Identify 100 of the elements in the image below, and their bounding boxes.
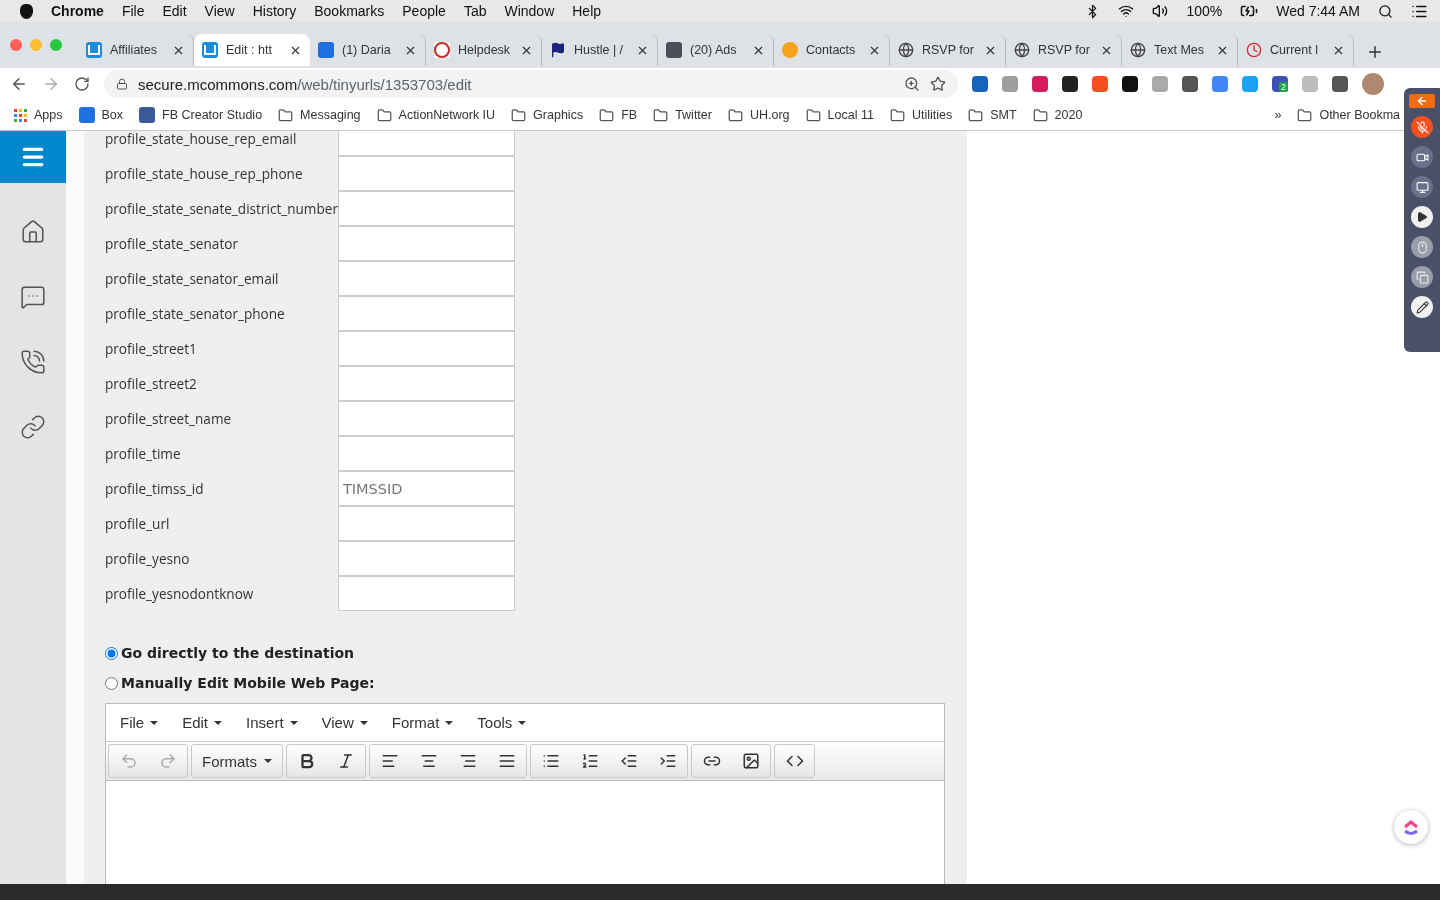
input-field[interactable] bbox=[337, 331, 515, 366]
browser-tab[interactable]: (1) Daria bbox=[310, 34, 426, 66]
screens-button[interactable] bbox=[1411, 266, 1433, 288]
bookmark-link[interactable]: Box bbox=[101, 108, 124, 122]
editor-menu-item[interactable]: Format bbox=[383, 710, 462, 735]
input-field[interactable] bbox=[337, 156, 515, 191]
menu-item[interactable]: Tab bbox=[463, 3, 487, 19]
bookmark-link[interactable]: 2020 bbox=[1054, 108, 1083, 122]
home-icon[interactable] bbox=[20, 218, 46, 245]
star-icon[interactable] bbox=[930, 76, 946, 92]
menu-item[interactable]: Edit bbox=[162, 3, 187, 19]
bookmark-link[interactable]: UH.org bbox=[749, 108, 790, 122]
menu-clock[interactable]: Wed 7:44 AM bbox=[1276, 3, 1360, 19]
extension-icon[interactable] bbox=[1182, 76, 1198, 92]
input-field[interactable] bbox=[337, 131, 515, 156]
bookmark-link[interactable]: SMT bbox=[990, 108, 1017, 122]
new-tab-icon[interactable] bbox=[1366, 43, 1384, 61]
input-field[interactable] bbox=[337, 401, 515, 436]
input-field[interactable] bbox=[337, 541, 515, 576]
menu-item[interactable]: Window bbox=[504, 3, 555, 19]
browser-tab[interactable]: RSVP for bbox=[890, 34, 1006, 66]
source-code-button[interactable] bbox=[774, 744, 815, 778]
link-icon[interactable] bbox=[20, 413, 46, 440]
bookmark-link[interactable]: Messaging bbox=[300, 108, 361, 122]
input-field[interactable] bbox=[337, 296, 515, 331]
radio-button[interactable] bbox=[105, 646, 118, 660]
browser-tab[interactable]: (20) Ads bbox=[658, 34, 774, 66]
browser-tab[interactable]: Text Mes bbox=[1122, 34, 1238, 66]
chat-icon[interactable] bbox=[20, 283, 46, 310]
browser-tab[interactable]: Affiliates bbox=[78, 34, 194, 66]
extension-icon[interactable] bbox=[1062, 76, 1078, 92]
back-icon[interactable] bbox=[10, 75, 28, 93]
monitor-icon bbox=[1415, 180, 1429, 194]
collapse-button[interactable] bbox=[1409, 94, 1435, 108]
input-field[interactable] bbox=[337, 226, 515, 261]
tab-title: Edit : htt bbox=[226, 43, 273, 57]
extension-icon[interactable] bbox=[1332, 76, 1348, 92]
input-field[interactable] bbox=[337, 576, 515, 611]
field-label: profile_time bbox=[105, 443, 182, 465]
bookmark-link[interactable]: Other Bookma bbox=[1319, 108, 1400, 122]
menu-button[interactable] bbox=[0, 131, 66, 183]
profile-avatar[interactable] bbox=[1362, 73, 1384, 95]
field-label: profile_yesno bbox=[105, 548, 191, 570]
phone-icon[interactable] bbox=[20, 348, 46, 375]
bookmark-link[interactable]: FB bbox=[621, 108, 638, 122]
redo-icon bbox=[158, 752, 177, 770]
app-menu[interactable]: Chrome bbox=[51, 3, 104, 19]
input-field[interactable] bbox=[337, 436, 515, 471]
editor-menu-item[interactable]: Edit bbox=[174, 710, 231, 735]
wifi-icon[interactable] bbox=[1118, 3, 1135, 19]
bookmark-link[interactable]: Graphics bbox=[533, 108, 584, 122]
editor-menu-item[interactable]: Insert bbox=[238, 710, 306, 735]
editor-menu-item[interactable]: Tools bbox=[469, 710, 535, 735]
menu-item[interactable]: File bbox=[121, 3, 145, 19]
bookmarks-overflow[interactable]: » bbox=[1274, 108, 1282, 122]
bookmark-link[interactable]: Apps bbox=[34, 108, 63, 122]
formats-dropdown[interactable]: Formats bbox=[191, 744, 283, 778]
screen-button[interactable] bbox=[1411, 176, 1433, 198]
menu-item[interactable]: People bbox=[402, 3, 446, 19]
play-button[interactable] bbox=[1411, 206, 1433, 228]
radio-button[interactable] bbox=[105, 676, 118, 690]
input-field[interactable] bbox=[337, 191, 515, 226]
extension-icon[interactable] bbox=[1122, 76, 1138, 92]
browser-tab[interactable]: RSVP for bbox=[1006, 34, 1122, 66]
bookmark-link[interactable]: FB Creator Studio bbox=[162, 108, 263, 122]
menu-item[interactable]: View bbox=[204, 3, 235, 19]
tab-title: RSVP for bbox=[1038, 43, 1091, 57]
camera-button[interactable] bbox=[1411, 146, 1433, 168]
field-label: profile_state_house_rep_phone bbox=[105, 163, 304, 185]
favicon-icon bbox=[86, 42, 102, 58]
menu-item[interactable]: Help bbox=[572, 3, 602, 19]
browser-tab[interactable]: Helpdesk bbox=[426, 34, 542, 66]
browser-tab[interactable]: Hustle | / bbox=[542, 34, 658, 66]
browser-tab[interactable]: Contacts bbox=[774, 34, 890, 66]
input-field[interactable] bbox=[337, 366, 515, 401]
menu-item[interactable]: Bookmarks bbox=[314, 3, 385, 19]
pencil-button[interactable] bbox=[1411, 296, 1433, 318]
editor-menu-item[interactable]: View bbox=[313, 710, 376, 735]
bookmark-link[interactable]: Local 11 bbox=[827, 108, 874, 122]
search-icon[interactable] bbox=[1378, 3, 1393, 19]
browser-tab[interactable]: Edit : htt bbox=[194, 34, 310, 66]
menu-item[interactable]: History bbox=[252, 3, 297, 19]
input-field[interactable] bbox=[337, 506, 515, 541]
bookmark-link[interactable]: Twitter bbox=[675, 108, 712, 122]
bookmark-link[interactable]: ActionNetwork IU bbox=[398, 108, 496, 122]
volume-icon[interactable] bbox=[1152, 3, 1169, 19]
input-field[interactable]: TIMSSID bbox=[337, 471, 515, 506]
reload-icon[interactable] bbox=[74, 76, 90, 92]
editor-menu-item[interactable]: File bbox=[112, 710, 167, 735]
tab-title: Text Mes bbox=[1154, 43, 1205, 57]
zoom-icon[interactable] bbox=[904, 76, 920, 92]
input-field[interactable] bbox=[337, 261, 515, 296]
apple-icon[interactable] bbox=[20, 3, 33, 19]
mic-off-button[interactable] bbox=[1411, 116, 1433, 138]
favicon-icon bbox=[782, 42, 798, 58]
mouse-button[interactable] bbox=[1411, 236, 1433, 258]
browser-tab[interactable]: Current l bbox=[1238, 34, 1354, 66]
bookmark-link[interactable]: Utilities bbox=[911, 108, 953, 122]
field-label: profile_state_senator bbox=[105, 233, 239, 255]
address-bar[interactable]: secure.mcommons.com/web/tinyurls/1353703/edit bbox=[104, 70, 958, 98]
